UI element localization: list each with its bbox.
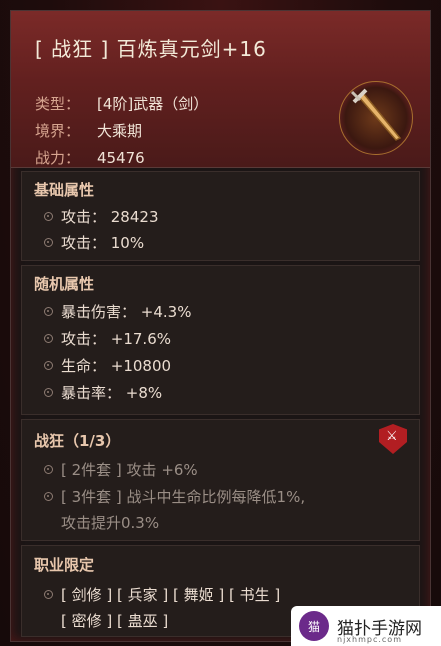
site-watermark: 猫 猫扑手游网 njxhmpc.com: [291, 606, 441, 646]
power-value: 45476: [97, 149, 145, 167]
random-line: 暴击率： +8%: [44, 382, 162, 403]
power-label: 战力：: [35, 149, 81, 167]
base-attributes: 基础属性 攻击： 28423 攻击： 10%: [21, 171, 420, 261]
realm-label: 境界：: [35, 122, 81, 140]
random-title: 随机属性: [34, 275, 95, 293]
class-line: [ 密修 ] [ 蛊巫 ]: [61, 612, 169, 630]
type-value: [4阶]武器（剑）: [97, 95, 209, 113]
bullet-icon: [44, 212, 53, 221]
bullet-icon: [44, 307, 53, 316]
bullet-icon: [44, 388, 53, 397]
class-line: [ 剑修 ] [ 兵家 ] [ 舞姬 ] [ 书生 ]: [44, 584, 280, 605]
random-line: 攻击： +17.6%: [44, 328, 171, 349]
set-bonus: 战狂（1/3） [ 2件套 ] 攻击 +6% [ 3件套 ] 战斗中生命比例每降…: [21, 419, 420, 541]
sword-icon: [339, 81, 413, 155]
logo-icon: 猫: [299, 611, 329, 641]
base-line: 攻击： 28423: [44, 206, 159, 227]
type-label: 类型：: [35, 95, 81, 113]
realm-value: 大乘期: [97, 122, 143, 140]
set-line: 攻击提升0.3%: [61, 514, 160, 532]
bullet-icon: [44, 590, 53, 599]
bullet-icon: [44, 465, 53, 474]
set-line: [ 2件套 ] 攻击 +6%: [44, 459, 198, 480]
random-line: 生命： +10800: [44, 355, 171, 376]
random-line: 暴击伤害： +4.3%: [44, 301, 191, 322]
bullet-icon: [44, 361, 53, 370]
item-meta: 类型： [4阶]武器（剑） 境界： 大乘期 战力： 45476: [35, 91, 208, 172]
set-line: [ 3件套 ] 战斗中生命比例每降低1%,: [44, 486, 305, 507]
item-title: [ 战狂 ] 百炼真元剑+16: [35, 37, 267, 61]
bullet-icon: [44, 492, 53, 501]
bullet-icon: [44, 238, 53, 247]
item-tooltip: [ 战狂 ] 百炼真元剑+16 类型： [4阶]武器（剑） 境界： 大乘期 战力： 4…: [10, 10, 431, 642]
bullet-icon: [44, 334, 53, 343]
class-title: 职业限定: [34, 556, 95, 574]
item-header: [ 战狂 ] 百炼真元剑+16 类型： [4阶]武器（剑） 境界： 大乘期 战力： 4…: [11, 11, 430, 168]
set-title: 战狂（1/3）: [34, 432, 121, 450]
base-line: 攻击： 10%: [44, 232, 144, 253]
random-attributes: 随机属性 暴击伤害： +4.3% 攻击： +17.6% 生命： +10800 暴…: [21, 265, 420, 415]
base-title: 基础属性: [34, 181, 95, 199]
